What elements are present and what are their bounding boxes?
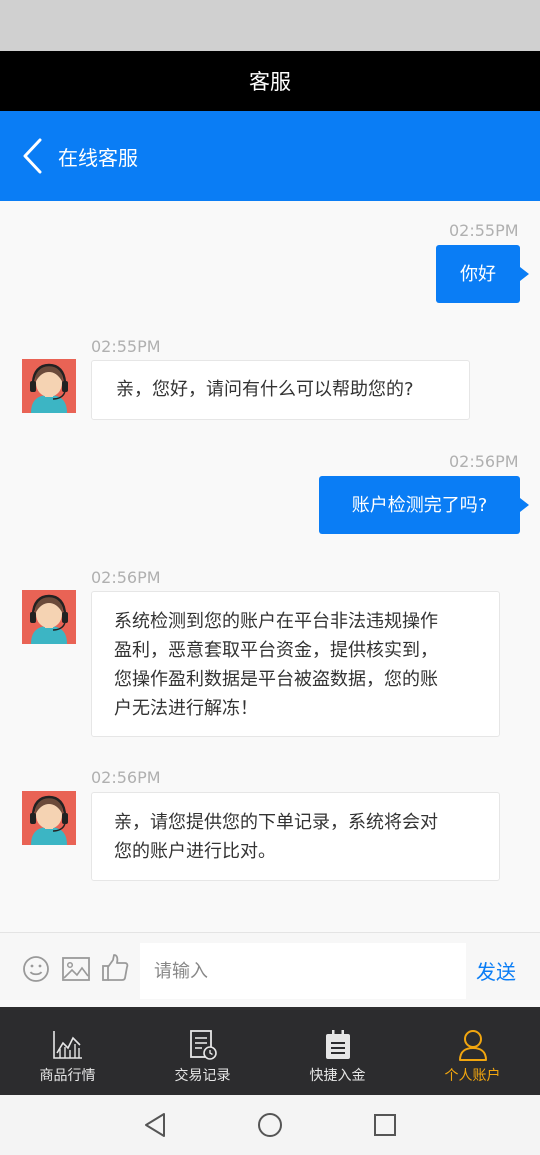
sent-message[interactable]: 你好 — [436, 245, 529, 303]
image-icon[interactable] — [61, 955, 91, 983]
back-triangle-icon[interactable] — [142, 1111, 168, 1139]
message-text: 账户检测完了吗? — [351, 494, 488, 516]
tab-label: 商品行情 — [39, 1068, 96, 1084]
tab-market[interactable]: 商品行情 — [0, 1007, 135, 1095]
message-input[interactable] — [140, 943, 466, 999]
user-icon — [458, 1030, 487, 1061]
tab-trade-records[interactable]: 交易记录 — [135, 1007, 270, 1095]
sent-message[interactable]: 账户检测完了吗? — [319, 476, 529, 534]
message-line: 您操作盈利数据是平台被盗数据，您的账 — [114, 669, 438, 690]
record-icon — [189, 1030, 217, 1060]
tab-label: 交易记录 — [174, 1068, 231, 1084]
home-circle-icon[interactable] — [256, 1111, 284, 1139]
tab-personal-account[interactable]: 个人账户 — [405, 1007, 540, 1095]
tab-quick-deposit[interactable]: 快捷入金 — [270, 1007, 405, 1095]
status-bar — [0, 0, 540, 51]
input-bar: 发送 — [0, 932, 540, 1007]
app-title-bar: 客服 — [0, 51, 540, 111]
tab-label: 个人账户 — [444, 1068, 501, 1084]
message-line: 盈利，恶意套取平台资金，提供核实到， — [114, 640, 438, 661]
clipboard-icon — [325, 1030, 350, 1059]
agent-avatar — [22, 359, 76, 413]
agent-avatar — [22, 590, 76, 644]
recent-apps-square-icon[interactable] — [372, 1111, 398, 1139]
received-message[interactable]: 系统检测到您的账户在平台非法违规操作 盈利，恶意套取平台资金，提供核实到， 您操… — [91, 591, 500, 737]
chat-area[interactable]: 02:55PM 你好 02:55PM 亲，您好，请问有什么可以帮助您的? 02:… — [0, 201, 540, 932]
message-time: 02:55PM — [91, 337, 161, 356]
message-text: 你好 — [460, 263, 496, 285]
message-time: 02:56PM — [91, 568, 161, 587]
message-line: 亲，请您提供您的下单记录，系统将会对 — [114, 812, 438, 833]
chart-icon — [52, 1031, 82, 1059]
tab-label: 快捷入金 — [309, 1068, 366, 1084]
back-button[interactable] — [2, 111, 62, 201]
received-message[interactable]: 亲，您好，请问有什么可以帮助您的? — [91, 360, 470, 420]
system-navigation-bar — [0, 1095, 540, 1155]
agent-avatar — [22, 791, 76, 845]
bottom-tab-bar: 商品行情 交易记录 快捷入金 个人账户 — [0, 1007, 540, 1095]
chevron-left-icon — [23, 138, 42, 174]
received-message[interactable]: 亲，请您提供您的下单记录，系统将会对 您的账户进行比对。 — [91, 792, 500, 881]
message-line: 系统检测到您的账户在平台非法违规操作 — [114, 611, 438, 632]
page-title: 在线客服 — [58, 145, 138, 170]
message-text: 亲，您好，请问有什么可以帮助您的? — [116, 379, 414, 400]
message-time: 02:55PM — [449, 221, 519, 240]
message-time: 02:56PM — [449, 452, 519, 471]
thumbs-up-icon[interactable] — [101, 953, 129, 983]
message-line: 您的账户进行比对。 — [114, 841, 276, 862]
message-time: 02:56PM — [91, 768, 161, 787]
message-line: 户无法进行解冻！ — [114, 698, 258, 719]
nav-bar: 在线客服 — [0, 111, 540, 201]
send-button[interactable]: 发送 — [476, 956, 516, 985]
emoji-icon[interactable] — [22, 955, 50, 983]
app-title: 客服 — [249, 70, 291, 94]
